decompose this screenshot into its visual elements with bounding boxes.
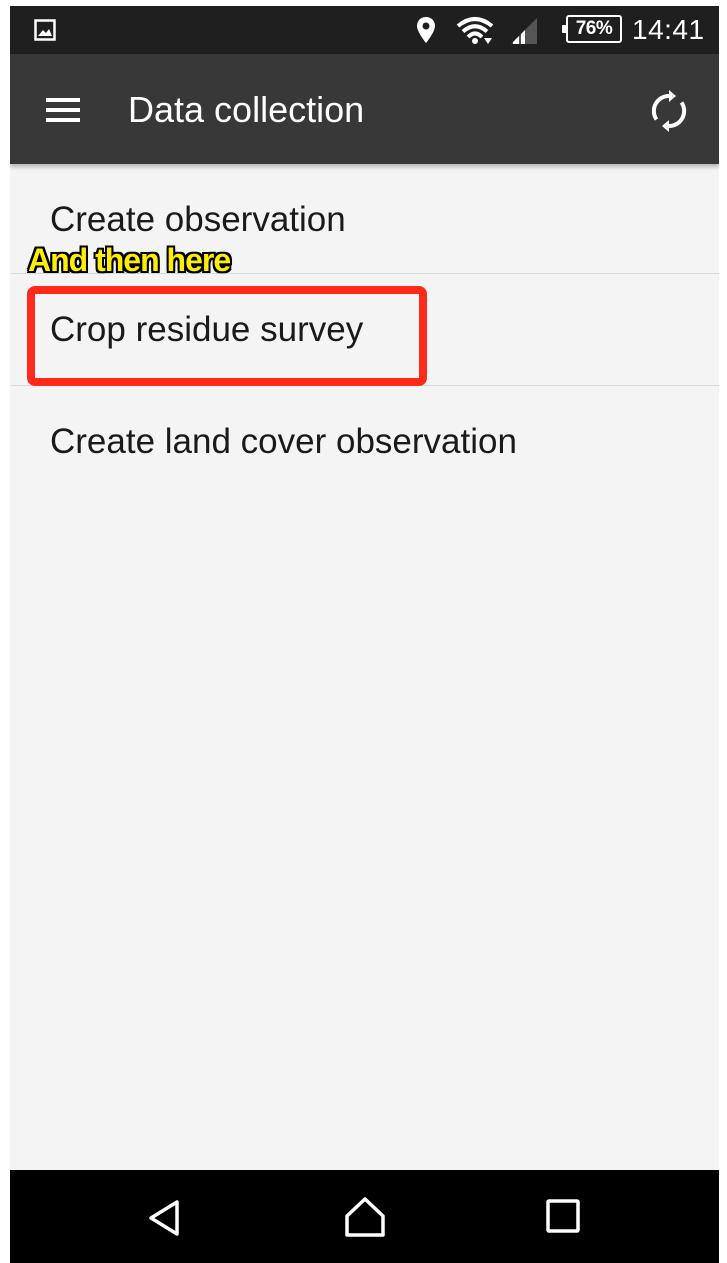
annotation-label: And then here xyxy=(28,242,231,278)
battery-icon: 76% xyxy=(562,15,622,43)
status-bar: 76% 14:41 xyxy=(10,6,719,54)
back-icon[interactable] xyxy=(145,1198,185,1238)
data-collection-list: Create observation Crop residue survey C… xyxy=(10,164,719,498)
list-item-label: Create land cover observation xyxy=(50,422,517,461)
page-title: Data collection xyxy=(128,89,365,130)
home-icon[interactable] xyxy=(343,1194,387,1238)
wifi-icon xyxy=(456,17,494,44)
menu-icon[interactable] xyxy=(40,90,88,130)
location-icon xyxy=(417,17,435,43)
app-bar: Data collection xyxy=(10,54,719,164)
battery-level: 76% xyxy=(575,18,613,39)
navigation-bar xyxy=(10,1170,719,1263)
list-item-crop-residue-survey[interactable]: Crop residue survey xyxy=(10,274,719,386)
recents-icon[interactable] xyxy=(545,1198,581,1234)
list-item-label: Create observation xyxy=(50,200,346,239)
list-item-create-land-cover-observation[interactable]: Create land cover observation xyxy=(10,386,719,498)
gallery-icon xyxy=(34,19,56,41)
status-time: 14:41 xyxy=(632,14,705,45)
list-item-label: Crop residue survey xyxy=(50,310,364,349)
sync-icon[interactable] xyxy=(646,88,692,134)
phone-screen: 76% 14:41 Data collection Create observa… xyxy=(10,6,719,1263)
signal-icon xyxy=(511,18,537,44)
